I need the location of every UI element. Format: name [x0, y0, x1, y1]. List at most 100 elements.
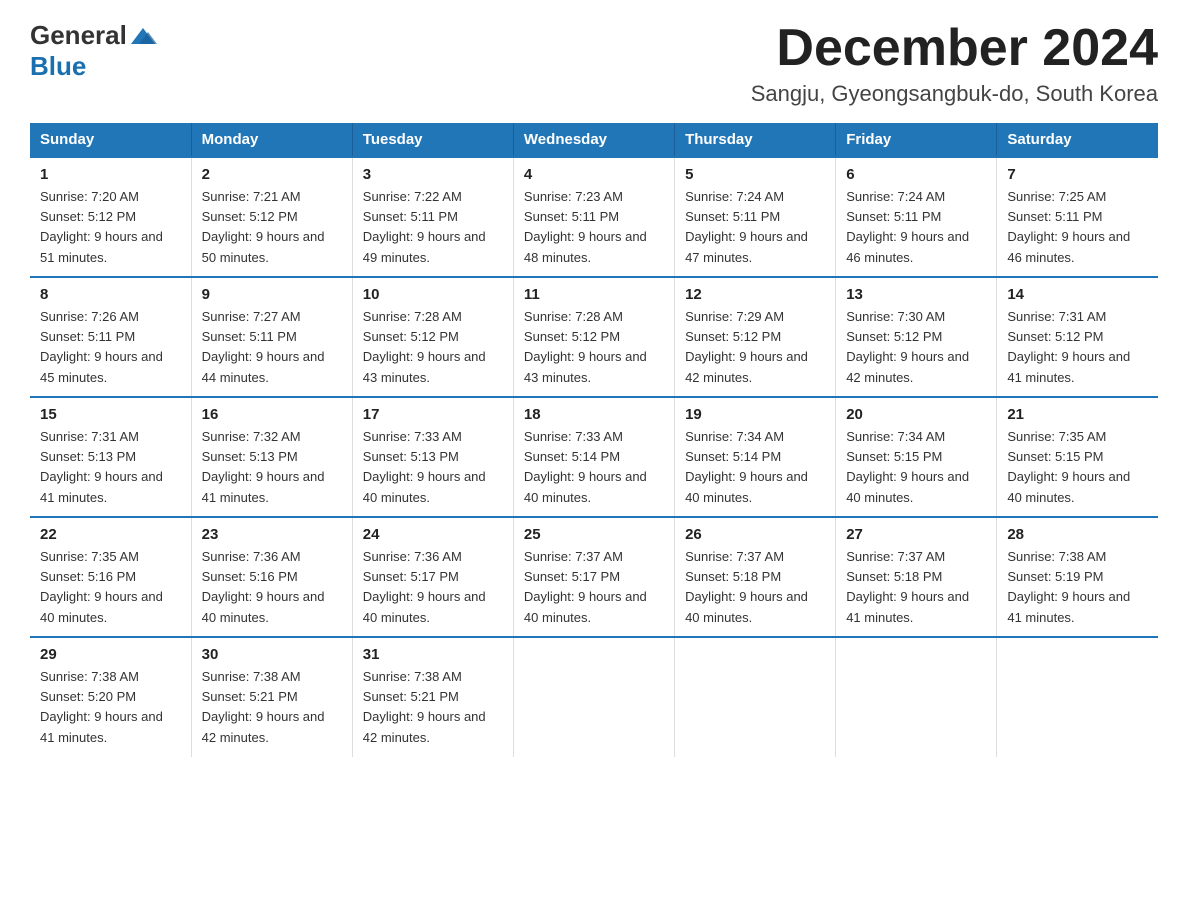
day-info: Sunrise: 7:31 AM Sunset: 5:13 PM Dayligh…: [40, 427, 181, 508]
main-title: December 2024: [751, 20, 1158, 77]
calendar-cell: 27 Sunrise: 7:37 AM Sunset: 5:18 PM Dayl…: [836, 517, 997, 637]
calendar-cell: 20 Sunrise: 7:34 AM Sunset: 5:15 PM Dayl…: [836, 397, 997, 517]
calendar-cell: 11 Sunrise: 7:28 AM Sunset: 5:12 PM Dayl…: [513, 277, 674, 397]
day-info: Sunrise: 7:31 AM Sunset: 5:12 PM Dayligh…: [1007, 307, 1148, 388]
day-info: Sunrise: 7:37 AM Sunset: 5:18 PM Dayligh…: [846, 547, 986, 628]
day-number: 10: [363, 286, 503, 303]
col-sunday: Sunday: [30, 123, 191, 157]
day-info: Sunrise: 7:24 AM Sunset: 5:11 PM Dayligh…: [685, 187, 825, 268]
day-number: 27: [846, 526, 986, 543]
calendar-cell: 31 Sunrise: 7:38 AM Sunset: 5:21 PM Dayl…: [352, 637, 513, 757]
day-number: 25: [524, 526, 664, 543]
calendar-cell: [675, 637, 836, 757]
day-number: 8: [40, 286, 181, 303]
calendar-table: Sunday Monday Tuesday Wednesday Thursday…: [30, 123, 1158, 757]
calendar-cell: 1 Sunrise: 7:20 AM Sunset: 5:12 PM Dayli…: [30, 157, 191, 277]
day-number: 11: [524, 286, 664, 303]
day-number: 2: [202, 166, 342, 183]
day-info: Sunrise: 7:33 AM Sunset: 5:13 PM Dayligh…: [363, 427, 503, 508]
calendar-cell: 12 Sunrise: 7:29 AM Sunset: 5:12 PM Dayl…: [675, 277, 836, 397]
calendar-header: Sunday Monday Tuesday Wednesday Thursday…: [30, 123, 1158, 157]
logo-text-general: General: [30, 20, 127, 51]
day-number: 16: [202, 406, 342, 423]
calendar-week-5: 29 Sunrise: 7:38 AM Sunset: 5:20 PM Dayl…: [30, 637, 1158, 757]
day-info: Sunrise: 7:37 AM Sunset: 5:17 PM Dayligh…: [524, 547, 664, 628]
calendar-cell: 6 Sunrise: 7:24 AM Sunset: 5:11 PM Dayli…: [836, 157, 997, 277]
calendar-cell: 21 Sunrise: 7:35 AM Sunset: 5:15 PM Dayl…: [997, 397, 1158, 517]
day-info: Sunrise: 7:22 AM Sunset: 5:11 PM Dayligh…: [363, 187, 503, 268]
calendar-cell: 5 Sunrise: 7:24 AM Sunset: 5:11 PM Dayli…: [675, 157, 836, 277]
day-info: Sunrise: 7:26 AM Sunset: 5:11 PM Dayligh…: [40, 307, 181, 388]
day-info: Sunrise: 7:28 AM Sunset: 5:12 PM Dayligh…: [363, 307, 503, 388]
calendar-cell: 9 Sunrise: 7:27 AM Sunset: 5:11 PM Dayli…: [191, 277, 352, 397]
day-number: 4: [524, 166, 664, 183]
day-info: Sunrise: 7:20 AM Sunset: 5:12 PM Dayligh…: [40, 187, 181, 268]
calendar-cell: 8 Sunrise: 7:26 AM Sunset: 5:11 PM Dayli…: [30, 277, 191, 397]
day-info: Sunrise: 7:36 AM Sunset: 5:17 PM Dayligh…: [363, 547, 503, 628]
header-row: Sunday Monday Tuesday Wednesday Thursday…: [30, 123, 1158, 157]
calendar-cell: 28 Sunrise: 7:38 AM Sunset: 5:19 PM Dayl…: [997, 517, 1158, 637]
day-number: 29: [40, 646, 181, 663]
day-number: 1: [40, 166, 181, 183]
day-info: Sunrise: 7:38 AM Sunset: 5:21 PM Dayligh…: [202, 667, 342, 748]
day-info: Sunrise: 7:27 AM Sunset: 5:11 PM Dayligh…: [202, 307, 342, 388]
day-number: 7: [1007, 166, 1148, 183]
day-number: 30: [202, 646, 342, 663]
calendar-week-4: 22 Sunrise: 7:35 AM Sunset: 5:16 PM Dayl…: [30, 517, 1158, 637]
day-info: Sunrise: 7:38 AM Sunset: 5:19 PM Dayligh…: [1007, 547, 1148, 628]
calendar-cell: 30 Sunrise: 7:38 AM Sunset: 5:21 PM Dayl…: [191, 637, 352, 757]
calendar-cell: 16 Sunrise: 7:32 AM Sunset: 5:13 PM Dayl…: [191, 397, 352, 517]
logo-text-blue: Blue: [30, 51, 86, 82]
day-info: Sunrise: 7:38 AM Sunset: 5:21 PM Dayligh…: [363, 667, 503, 748]
day-number: 31: [363, 646, 503, 663]
day-info: Sunrise: 7:37 AM Sunset: 5:18 PM Dayligh…: [685, 547, 825, 628]
col-friday: Friday: [836, 123, 997, 157]
calendar-cell: 3 Sunrise: 7:22 AM Sunset: 5:11 PM Dayli…: [352, 157, 513, 277]
day-number: 24: [363, 526, 503, 543]
day-info: Sunrise: 7:33 AM Sunset: 5:14 PM Dayligh…: [524, 427, 664, 508]
day-number: 26: [685, 526, 825, 543]
calendar-cell: 29 Sunrise: 7:38 AM Sunset: 5:20 PM Dayl…: [30, 637, 191, 757]
day-number: 15: [40, 406, 181, 423]
day-number: 13: [846, 286, 986, 303]
calendar-cell: 18 Sunrise: 7:33 AM Sunset: 5:14 PM Dayl…: [513, 397, 674, 517]
day-info: Sunrise: 7:36 AM Sunset: 5:16 PM Dayligh…: [202, 547, 342, 628]
calendar-cell: 4 Sunrise: 7:23 AM Sunset: 5:11 PM Dayli…: [513, 157, 674, 277]
logo: General Blue: [30, 20, 157, 82]
day-number: 3: [363, 166, 503, 183]
day-number: 20: [846, 406, 986, 423]
calendar-cell: 15 Sunrise: 7:31 AM Sunset: 5:13 PM Dayl…: [30, 397, 191, 517]
calendar-cell: [836, 637, 997, 757]
day-info: Sunrise: 7:21 AM Sunset: 5:12 PM Dayligh…: [202, 187, 342, 268]
calendar-body: 1 Sunrise: 7:20 AM Sunset: 5:12 PM Dayli…: [30, 157, 1158, 757]
day-info: Sunrise: 7:34 AM Sunset: 5:15 PM Dayligh…: [846, 427, 986, 508]
page-header: General Blue December 2024 Sangju, Gyeon…: [30, 20, 1158, 107]
day-info: Sunrise: 7:25 AM Sunset: 5:11 PM Dayligh…: [1007, 187, 1148, 268]
logo-icon: [129, 22, 157, 50]
day-number: 28: [1007, 526, 1148, 543]
col-monday: Monday: [191, 123, 352, 157]
day-number: 23: [202, 526, 342, 543]
day-number: 14: [1007, 286, 1148, 303]
day-number: 9: [202, 286, 342, 303]
day-info: Sunrise: 7:32 AM Sunset: 5:13 PM Dayligh…: [202, 427, 342, 508]
calendar-cell: 22 Sunrise: 7:35 AM Sunset: 5:16 PM Dayl…: [30, 517, 191, 637]
calendar-cell: 24 Sunrise: 7:36 AM Sunset: 5:17 PM Dayl…: [352, 517, 513, 637]
day-number: 21: [1007, 406, 1148, 423]
calendar-cell: 26 Sunrise: 7:37 AM Sunset: 5:18 PM Dayl…: [675, 517, 836, 637]
calendar-week-1: 1 Sunrise: 7:20 AM Sunset: 5:12 PM Dayli…: [30, 157, 1158, 277]
day-info: Sunrise: 7:35 AM Sunset: 5:16 PM Dayligh…: [40, 547, 181, 628]
day-info: Sunrise: 7:34 AM Sunset: 5:14 PM Dayligh…: [685, 427, 825, 508]
day-info: Sunrise: 7:28 AM Sunset: 5:12 PM Dayligh…: [524, 307, 664, 388]
day-number: 5: [685, 166, 825, 183]
day-number: 18: [524, 406, 664, 423]
calendar-cell: 25 Sunrise: 7:37 AM Sunset: 5:17 PM Dayl…: [513, 517, 674, 637]
day-info: Sunrise: 7:38 AM Sunset: 5:20 PM Dayligh…: [40, 667, 181, 748]
col-thursday: Thursday: [675, 123, 836, 157]
calendar-cell: 10 Sunrise: 7:28 AM Sunset: 5:12 PM Dayl…: [352, 277, 513, 397]
calendar-cell: 19 Sunrise: 7:34 AM Sunset: 5:14 PM Dayl…: [675, 397, 836, 517]
calendar-cell: 23 Sunrise: 7:36 AM Sunset: 5:16 PM Dayl…: [191, 517, 352, 637]
day-number: 22: [40, 526, 181, 543]
day-number: 19: [685, 406, 825, 423]
calendar-cell: 13 Sunrise: 7:30 AM Sunset: 5:12 PM Dayl…: [836, 277, 997, 397]
